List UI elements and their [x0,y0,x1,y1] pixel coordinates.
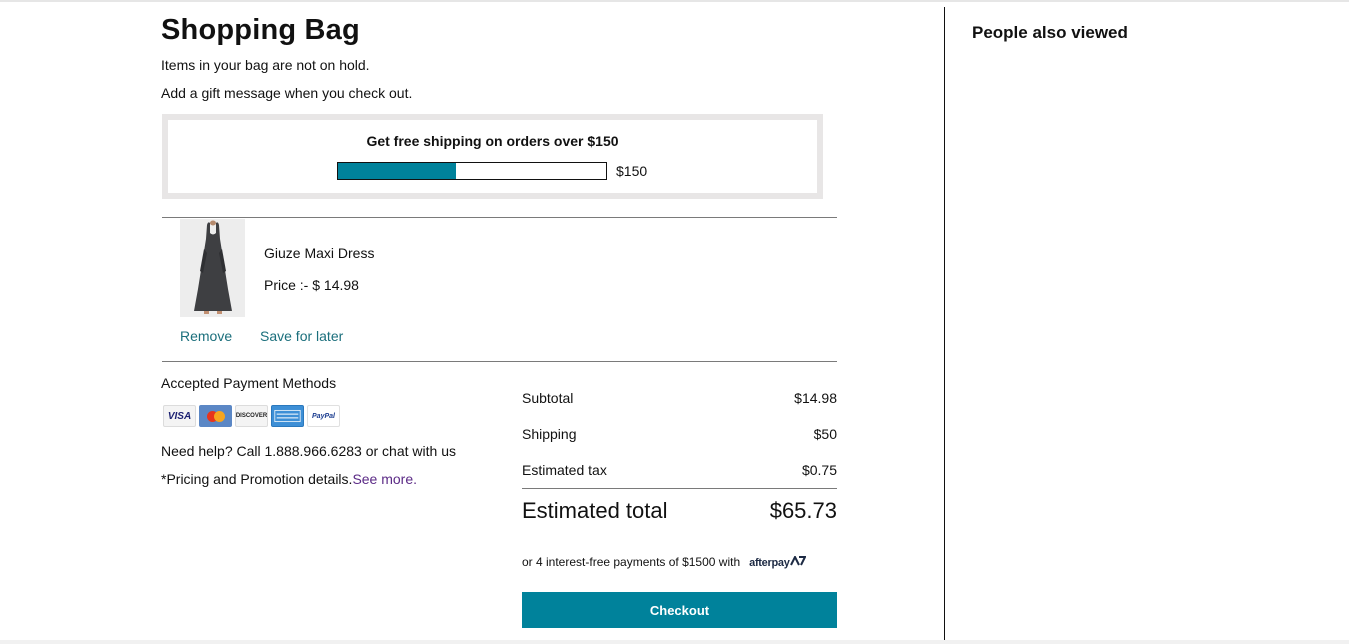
total-label: Estimated total [522,498,668,523]
shipping-progress-bar [337,162,607,180]
total-value: $65.73 [769,498,837,523]
shipping-progress-fill [338,163,456,179]
subtotal-value: $14.98 [794,390,837,406]
divider [522,488,837,489]
payment-cards: VISA DISCOVER PayPal [163,405,340,427]
divider [162,217,837,218]
divider [162,361,837,362]
product-thumbnail[interactable] [180,219,245,317]
save-for-later-link[interactable]: Save for later [260,328,343,344]
promo-text: *Pricing and Promotion details. [161,471,353,487]
remove-link[interactable]: Remove [180,328,232,344]
discover-card-icon: DISCOVER [235,405,268,427]
product-price: Price :- $ 14.98 [264,277,359,293]
mastercard-card-icon [199,405,232,427]
amex-card-icon [271,405,304,427]
bottom-border [0,640,1349,644]
tax-value: $0.75 [801,462,837,478]
shipping-row: Shipping $50 [522,426,837,442]
shipping-label: Shipping [522,426,577,442]
product-name[interactable]: Giuze Maxi Dress [264,245,374,261]
paypal-card-icon: PayPal [307,405,340,427]
dress-image [180,219,245,317]
people-also-viewed-title: People also viewed [972,23,1128,42]
help-text: Need help? Call 1.888.966.6283 or chat w… [161,443,456,459]
see-more-link[interactable]: See more. [352,471,417,487]
page-title: Shopping Bag [161,14,360,46]
afterpay-logo: afterpay [749,554,807,569]
subtotal-row: Subtotal $14.98 [522,390,837,406]
mastercard-circles [206,410,225,422]
tax-label: Estimated tax [522,462,607,478]
payment-methods-title: Accepted Payment Methods [161,375,337,391]
top-border [0,0,1349,2]
shipping-threshold-label: $150 [616,163,648,179]
afterpay-text: or 4 interest-free payments of $1500 wit… [522,555,741,569]
checkout-button[interactable]: Checkout [522,592,837,628]
total-row: Estimated total $65.73 [522,498,837,524]
visa-card-icon: VISA [163,405,196,427]
shipping-value: $50 [813,426,837,442]
free-shipping-headline: Get free shipping on orders over $150 [366,133,619,149]
free-shipping-banner: Get free shipping on orders over $150 $1… [162,114,823,199]
afterpay-arrows-icon [789,554,807,565]
hold-notice: Items in your bag are not on hold. [161,57,370,73]
promo-details: *Pricing and Promotion details.See more. [161,471,417,487]
free-shipping-panel: Get free shipping on orders over $150 $1… [168,120,817,193]
tax-row: Estimated tax $0.75 [522,462,837,478]
gift-notice: Add a gift message when you check out. [161,85,413,101]
subtotal-label: Subtotal [522,390,574,406]
afterpay-row: or 4 interest-free payments of $1500 wit… [522,554,807,569]
amex-logo [274,409,301,423]
sidebar-divider [944,7,945,644]
